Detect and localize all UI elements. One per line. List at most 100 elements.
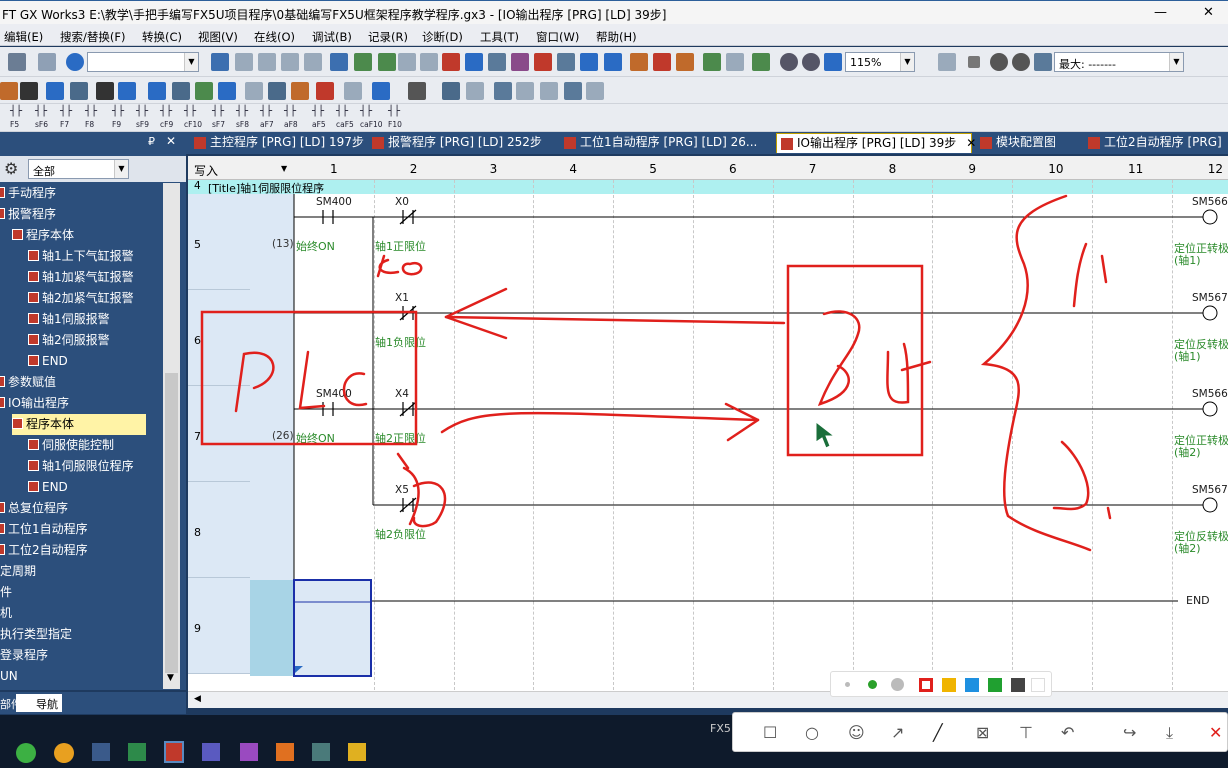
comment-icon[interactable] (268, 82, 286, 100)
menu-item-3[interactable]: 视图(V) (198, 29, 238, 45)
tree-item[interactable]: 伺服使能控制 (28, 435, 114, 456)
size-medium-dot[interactable] (868, 680, 877, 689)
tree-item[interactable]: 总复位程序 (0, 498, 68, 519)
tree-item[interactable]: END (28, 477, 68, 498)
color-red-swatch[interactable] (919, 678, 933, 692)
tree-item[interactable]: 轴1伺服限位程序 (28, 456, 134, 477)
pin-icon[interactable]: ₽ (148, 135, 155, 148)
tab-1[interactable]: 报警程序 [PRG] [LD] 252步 (368, 133, 552, 153)
app-icon-4[interactable] (240, 743, 258, 761)
properties-icon[interactable] (38, 53, 56, 71)
jump-icon[interactable] (344, 82, 362, 100)
ladder-symbol-icon[interactable]: ┤├ (336, 106, 348, 117)
ladder-symbol-icon[interactable]: ┤├ (184, 106, 196, 117)
tree-item[interactable]: 手动程序 (0, 183, 56, 204)
tree-item[interactable]: 件 (0, 582, 12, 603)
close-icon[interactable]: ✕ (1203, 5, 1214, 20)
ladder-symbol-icon[interactable]: ┤├ (236, 106, 248, 117)
ladder-symbol-icon[interactable]: ┤├ (136, 106, 148, 117)
color-blue-swatch[interactable] (965, 678, 979, 692)
ladder-symbol-icon[interactable]: ┤├ (212, 106, 224, 117)
tree-scrollbar[interactable]: ▼ (163, 183, 180, 689)
print-icon[interactable] (8, 53, 26, 71)
layout-icon[interactable] (516, 82, 534, 100)
tree-item[interactable]: 轴1伺服报警 (28, 309, 110, 330)
gxworks-icon[interactable] (164, 741, 184, 763)
rectangle-icon[interactable]: ☐ (763, 723, 777, 742)
app-icon-6[interactable] (312, 743, 330, 761)
tab-5[interactable]: 工位2自动程序 [PRG] (1084, 133, 1228, 153)
menu-item-1[interactable]: 搜索/替换(F) (60, 29, 125, 45)
bookmark-icon[interactable] (316, 82, 334, 100)
dev-icon[interactable] (580, 53, 598, 71)
menu-item-0[interactable]: 编辑(E) (4, 29, 43, 45)
tree-item[interactable]: 工位2自动程序 (0, 540, 88, 561)
cut-icon[interactable] (211, 53, 229, 71)
split-icon[interactable] (564, 82, 582, 100)
close-icon[interactable]: ✕ (166, 134, 176, 148)
size-small-dot[interactable] (845, 682, 850, 687)
zoom-in-icon[interactable] (780, 53, 798, 71)
ladder-symbol-icon[interactable]: ┤├ (10, 106, 22, 117)
zoom-select[interactable]: 115% ▼ (845, 52, 915, 72)
chevron-down-icon[interactable]: ▼ (167, 673, 174, 683)
gear-icon[interactable]: ⚙ (4, 159, 18, 178)
help-icon[interactable] (66, 53, 84, 71)
dev-batch-icon[interactable] (372, 82, 390, 100)
folder-icon[interactable] (348, 743, 366, 761)
chrome-icon[interactable] (54, 743, 74, 763)
output-icon[interactable] (70, 82, 88, 100)
tab-0[interactable]: 主控程序 [PRG] [LD] 197步 (190, 133, 364, 153)
menu-item-7[interactable]: 诊断(D) (422, 29, 463, 45)
nav-tab[interactable]: 导航 (16, 694, 62, 712)
monitor-stop-icon[interactable] (557, 53, 575, 71)
ladder-symbol-icon[interactable]: ┤├ (112, 106, 124, 117)
label-icon[interactable] (245, 82, 263, 100)
menu-item-8[interactable]: 工具(T) (480, 29, 519, 45)
cross-ref-icon[interactable] (118, 82, 136, 100)
menu-item-5[interactable]: 调试(B) (312, 29, 352, 45)
grid-icon[interactable] (540, 82, 558, 100)
ladder-symbol-icon[interactable]: ┤├ (260, 106, 272, 117)
chevron-left-icon[interactable]: ◀ (194, 694, 201, 704)
paste-icon[interactable] (258, 53, 276, 71)
color-black-swatch[interactable] (1011, 678, 1025, 692)
partial-icon[interactable] (46, 82, 64, 100)
block-icon[interactable] (442, 82, 460, 100)
scan-time-icon[interactable] (1034, 53, 1052, 71)
scroll-thumb[interactable] (165, 373, 178, 673)
size-large-dot[interactable] (891, 678, 904, 691)
tree-item[interactable]: 定周期 (0, 561, 36, 582)
tab-4[interactable]: 模块配置图 (976, 133, 1076, 153)
tree-item[interactable]: 程序本体 (12, 414, 146, 435)
verify-icon[interactable] (488, 53, 506, 71)
watch-icon[interactable] (938, 53, 956, 71)
pen-icon[interactable]: ╱ (933, 723, 943, 742)
menu-item-4[interactable]: 在线(O) (254, 29, 295, 45)
tab-2[interactable]: 工位1自动程序 [PRG] [LD] 26... (560, 133, 768, 153)
block2-icon[interactable] (466, 82, 484, 100)
ladder-icon[interactable] (172, 82, 190, 100)
tree-item[interactable]: 轴1上下气缸报警 (28, 246, 134, 267)
dev-mon-icon[interactable] (218, 82, 236, 100)
emoji-icon[interactable]: ☺ (848, 723, 865, 742)
tree-item[interactable]: 执行类型指定 (0, 624, 72, 645)
binoculars-icon[interactable] (96, 82, 114, 100)
tree-item[interactable]: 工位1自动程序 (0, 519, 88, 540)
tree-item[interactable]: 机 (0, 603, 12, 624)
scan-time-select[interactable]: 最大: ------- ▼ (1054, 52, 1184, 72)
tree-item[interactable]: 程序本体 (12, 225, 74, 246)
project-icon[interactable] (20, 82, 38, 100)
menu-item-9[interactable]: 窗口(W) (536, 29, 579, 45)
nav-icon[interactable] (0, 82, 18, 100)
tree-item[interactable]: END (28, 351, 68, 372)
tree-item[interactable]: 报警程序 (0, 204, 56, 225)
stop-icon[interactable] (968, 56, 980, 68)
circle-icon[interactable]: ○ (805, 723, 819, 742)
redo-icon[interactable] (304, 53, 322, 71)
menu-item-10[interactable]: 帮助(H) (596, 29, 637, 45)
copy-icon[interactable] (235, 53, 253, 71)
tree-item[interactable]: UN (0, 666, 18, 687)
color-green-swatch[interactable] (988, 678, 1002, 692)
close-icon[interactable]: ✕ (966, 136, 976, 150)
